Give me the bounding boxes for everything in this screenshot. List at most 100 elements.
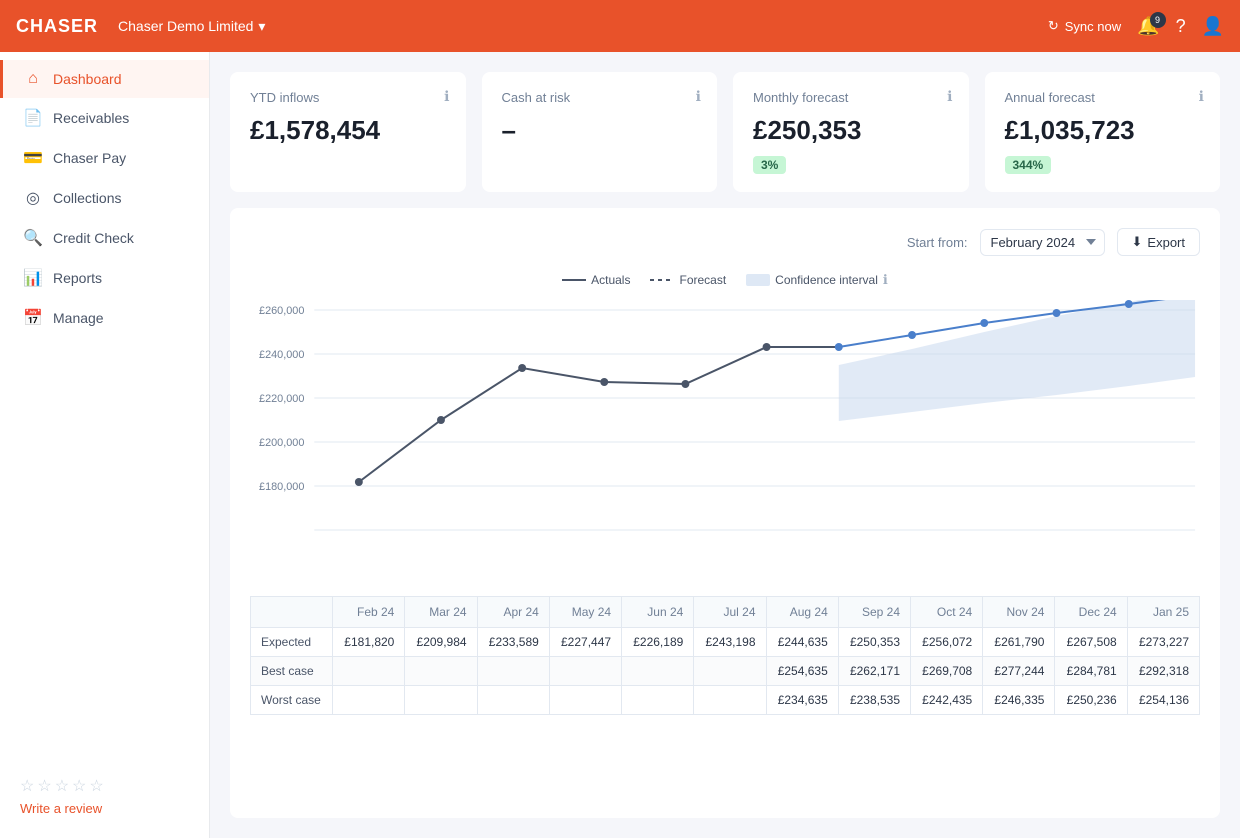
- forecast-data-table: Feb 24 Mar 24 Apr 24 May 24 Jun 24 Jul 2…: [250, 596, 1200, 715]
- sidebar-label-manage: Manage: [53, 310, 104, 326]
- dot-oct: [980, 319, 988, 327]
- col-header-dec24: Dec 24: [1055, 597, 1127, 628]
- confidence-label: Confidence interval: [775, 273, 878, 287]
- chart-toolbar: Start from: February 2024 January 2024 M…: [250, 228, 1200, 256]
- kpi-label-annual-forecast: Annual forecast: [1005, 90, 1201, 105]
- legend-actuals: Actuals: [562, 273, 630, 287]
- col-header-label: [251, 597, 333, 628]
- col-header-apr24: Apr 24: [477, 597, 549, 628]
- info-icon-monthly[interactable]: ℹ: [947, 88, 952, 105]
- info-icon-confidence[interactable]: ℹ: [883, 272, 888, 288]
- row-value: [405, 686, 477, 715]
- star-1[interactable]: ☆: [20, 776, 34, 796]
- svg-text:£180,000: £180,000: [259, 481, 304, 493]
- notifications-button[interactable]: 🔔 9: [1137, 16, 1159, 37]
- row-value: [333, 657, 405, 686]
- table-row: Best case£254,635£262,171£269,708£277,24…: [251, 657, 1200, 686]
- sidebar-item-chaser-pay[interactable]: 💳 Chaser Pay: [0, 138, 209, 178]
- write-review-link[interactable]: Write a review: [20, 801, 102, 816]
- sidebar-item-reports[interactable]: 📊 Reports: [0, 258, 209, 298]
- row-value: [622, 686, 694, 715]
- row-value: £233,589: [477, 628, 549, 657]
- sidebar-item-manage[interactable]: 📅 Manage: [0, 298, 209, 338]
- row-value: £238,535: [838, 686, 910, 715]
- info-icon-ytd[interactable]: ℹ: [444, 88, 449, 105]
- kpi-value-monthly-forecast: £250,353: [753, 115, 949, 146]
- kpi-value-cash-at-risk: –: [502, 115, 698, 146]
- export-button[interactable]: ⬇ Export: [1117, 228, 1200, 256]
- sync-button[interactable]: ↻ Sync now: [1048, 18, 1121, 34]
- col-header-aug24: Aug 24: [766, 597, 838, 628]
- row-value: £181,820: [333, 628, 405, 657]
- dot-sep: [908, 331, 916, 339]
- kpi-card-monthly-forecast: Monthly forecast £250,353 3% ℹ: [733, 72, 969, 192]
- row-value: £267,508: [1055, 628, 1127, 657]
- kpi-value-ytd-inflows: £1,578,454: [250, 115, 446, 146]
- row-value: £262,171: [838, 657, 910, 686]
- row-value: [477, 686, 549, 715]
- col-header-feb24: Feb 24: [333, 597, 405, 628]
- row-value: [477, 657, 549, 686]
- star-2[interactable]: ☆: [37, 776, 51, 796]
- kpi-cards-row: YTD inflows £1,578,454 ℹ Cash at risk – …: [230, 72, 1220, 192]
- svg-text:£220,000: £220,000: [259, 393, 304, 405]
- table-row: Worst case£234,635£238,535£242,435£246,3…: [251, 686, 1200, 715]
- sidebar-item-dashboard[interactable]: ⌂ Dashboard: [0, 60, 209, 98]
- row-value: £246,335: [983, 686, 1055, 715]
- dot-nov: [1053, 309, 1061, 317]
- star-3[interactable]: ☆: [55, 776, 69, 796]
- home-icon: ⌂: [23, 70, 43, 88]
- user-button[interactable]: 👤: [1202, 16, 1224, 37]
- forecast-label: Forecast: [679, 273, 726, 287]
- company-selector[interactable]: Chaser Demo Limited ▾: [118, 18, 265, 35]
- kpi-label-cash-at-risk: Cash at risk: [502, 90, 698, 105]
- chevron-down-icon: ▾: [258, 18, 265, 35]
- row-value: £250,236: [1055, 686, 1127, 715]
- col-header-jun24: Jun 24: [622, 597, 694, 628]
- kpi-label-monthly-forecast: Monthly forecast: [753, 90, 949, 105]
- company-name: Chaser Demo Limited: [118, 18, 253, 34]
- topnav-actions: ↻ Sync now 🔔 9 ? 👤: [1048, 16, 1224, 37]
- row-value: £277,244: [983, 657, 1055, 686]
- help-button[interactable]: ?: [1176, 16, 1186, 37]
- sidebar-label-receivables: Receivables: [53, 110, 129, 126]
- top-navigation: CHASER Chaser Demo Limited ▾ ↻ Sync now …: [0, 0, 1240, 52]
- reports-icon: 📊: [23, 268, 43, 288]
- sync-icon: ↻: [1048, 18, 1059, 34]
- start-from-select[interactable]: February 2024 January 2024 March 2024: [980, 229, 1105, 256]
- receivables-icon: 📄: [23, 108, 43, 128]
- sidebar-item-credit-check[interactable]: 🔍 Credit Check: [0, 218, 209, 258]
- row-value: £254,635: [766, 657, 838, 686]
- chart-legend: Actuals Forecast Confidence interval ℹ: [250, 272, 1200, 288]
- monthly-forecast-badge: 3%: [753, 156, 786, 174]
- chaser-pay-icon: 💳: [23, 148, 43, 168]
- manage-icon: 📅: [23, 308, 43, 328]
- dot-apr: [518, 364, 526, 372]
- table-row: Expected£181,820£209,984£233,589£227,447…: [251, 628, 1200, 657]
- dot-dec: [1125, 300, 1133, 308]
- sidebar-item-receivables[interactable]: 📄 Receivables: [0, 98, 209, 138]
- info-icon-annual[interactable]: ℹ: [1199, 88, 1204, 105]
- row-value: [622, 657, 694, 686]
- star-5[interactable]: ☆: [89, 776, 103, 796]
- info-icon-cash[interactable]: ℹ: [696, 88, 701, 105]
- sidebar-label-dashboard: Dashboard: [53, 71, 122, 87]
- svg-text:£240,000: £240,000: [259, 349, 304, 361]
- kpi-card-annual-forecast: Annual forecast £1,035,723 344% ℹ: [985, 72, 1221, 192]
- credit-check-icon: 🔍: [23, 228, 43, 248]
- dot-may: [600, 378, 608, 386]
- main-content: YTD inflows £1,578,454 ℹ Cash at risk – …: [210, 52, 1240, 838]
- app-logo: CHASER: [16, 16, 98, 37]
- row-value: £234,635: [766, 686, 838, 715]
- review-section: ☆ ☆ ☆ ☆ ☆ Write a review: [0, 764, 209, 830]
- star-4[interactable]: ☆: [72, 776, 86, 796]
- sidebar-item-collections[interactable]: ◎ Collections: [0, 178, 209, 218]
- row-value: £226,189: [622, 628, 694, 657]
- dot-mar: [437, 416, 445, 424]
- download-icon: ⬇: [1132, 234, 1143, 250]
- dot-jun: [681, 380, 689, 388]
- sidebar-label-collections: Collections: [53, 190, 121, 206]
- row-value: £261,790: [983, 628, 1055, 657]
- chart-section: Start from: February 2024 January 2024 M…: [230, 208, 1220, 818]
- col-header-oct24: Oct 24: [911, 597, 983, 628]
